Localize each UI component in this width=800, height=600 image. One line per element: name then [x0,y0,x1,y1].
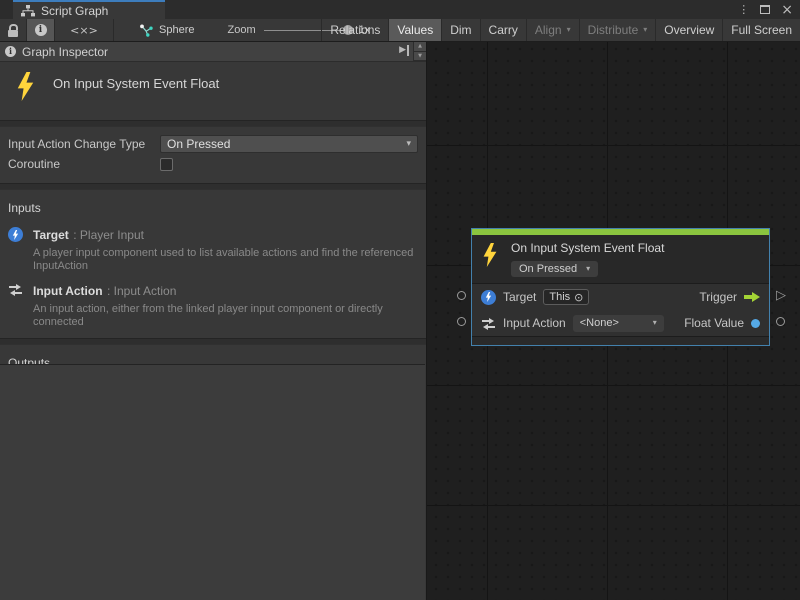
float-value-dot-icon [751,319,760,328]
input-port-input-action[interactable] [457,317,466,326]
chevron-down-icon: ▾ [586,265,590,273]
graph-asset-icon [139,24,153,37]
lightning-bolt-icon [15,72,36,101]
input-action-icon [481,317,496,330]
toolbar-button-fullscreen[interactable]: Full Screen [722,19,800,41]
input-item-input-action: Input Action : Input Action An input act… [8,282,418,329]
inspector-empty-area [0,364,425,600]
scroll-down-button[interactable]: ▼ [413,52,426,62]
node-body: Target This ⊙ Trigger [472,283,769,336]
coroutine-checkbox[interactable] [160,158,173,171]
window-menu-icon[interactable]: ⋮ [738,4,749,15]
script-graph-window: Script Graph ⋮ × i <×> [0,0,800,600]
section-divider [0,183,426,190]
chevron-down-icon: ▾ [406,140,411,149]
toolbar-button-align: Align ▾ [526,19,579,41]
toolbar-button-distribute: Distribute ▾ [579,19,656,41]
inspector-title: Graph Inspector [22,45,108,59]
node-mode-dropdown[interactable]: On Pressed ▾ [511,261,598,277]
object-picker-icon[interactable]: ⊙ [574,292,583,303]
toolbar-button-dim[interactable]: Dim [441,19,479,41]
input-action-icon [8,283,23,296]
toolbar-button-overview[interactable]: Overview [655,19,722,41]
node-row-action-float: Input Action <None> ▾ Float Value [472,310,769,336]
input-port-target[interactable] [457,291,466,300]
flow-arrow-icon [744,292,760,302]
inspector-toggle-button[interactable]: i [27,19,55,41]
node-row-target-trigger: Target This ⊙ Trigger [472,284,769,310]
section-divider [0,120,426,127]
code-icon: <×> [70,24,98,37]
input-item-target: Target : Player Input A player input com… [8,226,418,273]
node-settings-block: Input Action Change Type On Pressed ▾ Co… [0,127,426,183]
toolbar-button-values[interactable]: Values [388,19,441,41]
close-icon[interactable]: × [781,3,793,17]
zoom-label: Zoom [227,19,255,41]
info-icon: i [5,46,16,57]
target-object-field[interactable]: This ⊙ [543,289,589,305]
graph-asset-breadcrumb[interactable]: Sphere [139,19,194,41]
inspected-node-title: On Input System Event Float [53,76,219,91]
toolbar-button-carry[interactable]: Carry [480,19,526,41]
lock-icon [8,24,18,37]
output-port-trigger[interactable]: ▷ [776,289,786,302]
inputs-header: Inputs [8,201,418,215]
coroutine-label: Coroutine [8,157,160,171]
graph-inspector-panel: i Graph Inspector ▶ ▲ ▼ On Input System … [0,42,427,600]
change-type-dropdown[interactable]: On Pressed ▾ [160,135,418,153]
port-label-trigger: Trigger [699,290,737,304]
inputs-section: Inputs Target : Player Input A player in… [0,190,426,329]
script-graph-tab-icon [21,5,35,17]
tab-script-graph[interactable]: Script Graph [13,0,165,19]
toolbar-button-relations[interactable]: Relations [321,19,388,41]
lightning-bolt-icon [482,243,498,267]
input-action-dropdown[interactable]: <None> ▾ [573,315,664,332]
titlebar: Script Graph ⋮ × [0,0,800,19]
port-label-target: Target [503,290,536,304]
node-header[interactable]: On Input System Event Float On Pressed ▾ [472,235,769,283]
lock-button[interactable] [0,19,27,41]
collapse-arrow-icon: ▶ [399,46,406,55]
chevron-down-icon: ▾ [653,319,657,327]
change-type-label: Input Action Change Type [8,137,160,151]
input-description: An input action, either from the linked … [33,303,418,329]
event-node[interactable]: On Input System Event Float On Pressed ▾… [471,228,770,346]
player-input-icon [481,290,496,305]
scroll-up-button[interactable]: ▲ [413,42,426,52]
input-description: A player input component used to list av… [33,247,418,273]
port-label-input-action: Input Action [503,316,566,330]
output-port-float-value[interactable] [776,317,785,326]
graph-canvas[interactable]: On Input System Event Float On Pressed ▾… [427,42,800,600]
node-title: On Input System Event Float [511,241,664,255]
chevron-down-icon: ▾ [643,26,647,34]
graph-inspector-header: i Graph Inspector ▶ ▲ ▼ [0,42,426,62]
panel-collapse-button[interactable]: ▶ [399,45,409,56]
chevron-down-icon: ▾ [567,26,571,34]
graph-name-label: Sphere [159,24,194,36]
tab-label: Script Graph [41,4,108,18]
graph-toolbar: i <×> Sphere Zoom 1x Relations Values [0,19,800,42]
code-view-button[interactable]: <×> [55,19,114,41]
maximize-icon[interactable] [760,5,770,14]
node-footer [472,336,769,345]
player-input-icon [8,227,23,242]
section-divider [0,338,426,345]
port-label-float-value: Float Value [684,316,744,330]
info-icon: i [35,24,47,36]
panel-scroll-buttons: ▲ ▼ [413,42,426,61]
inspected-node-title-block: On Input System Event Float [0,62,426,120]
